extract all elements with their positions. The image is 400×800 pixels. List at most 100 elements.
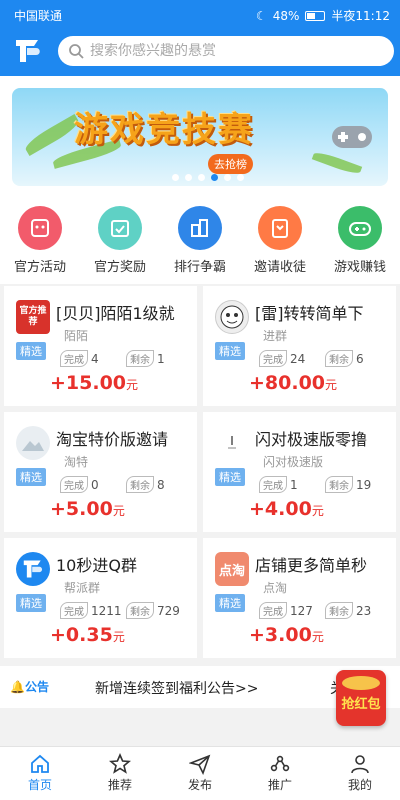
nav-promote[interactable]: 推广 <box>245 747 315 800</box>
left-label: 剩余 <box>126 350 154 367</box>
menu-item-game-earn[interactable]: 游戏赚钱 <box>322 206 398 284</box>
task-card[interactable]: 10秒进Q群 帮派群 精选 完成 1211 剩余 729 +0.35元 <box>4 538 197 658</box>
task-card[interactable]: 官方推荐 [贝贝]陌陌1级就 陌陌 精选 完成 4 剩余 1 +15.00元 <box>4 286 197 406</box>
task-category: 闪对极速版 <box>263 455 324 469</box>
task-title: [雷]转转简单下 <box>255 304 364 323</box>
done-count: 4 <box>91 351 99 366</box>
done-count: 24 <box>290 351 306 366</box>
task-left: 剩余 729 <box>126 602 180 619</box>
menu-item-official-activity[interactable]: 官方活动 <box>2 206 78 284</box>
carrier-text: 中国联通 <box>14 9 63 23</box>
search-bar[interactable] <box>58 36 394 66</box>
nav-label: 推荐 <box>107 778 132 792</box>
banner-title: 游戏竞技赛 <box>74 110 254 150</box>
carousel-dot[interactable] <box>224 174 231 181</box>
game-icon <box>338 206 382 250</box>
done-label: 完成 <box>259 602 287 619</box>
featured-tag: 精选 <box>215 468 245 486</box>
left-label: 剩余 <box>325 602 353 619</box>
done-count: 0 <box>91 477 99 492</box>
app-thumb-icon <box>228 436 236 449</box>
task-thumbnail <box>16 552 50 586</box>
user-icon <box>325 753 395 775</box>
left-label: 剩余 <box>325 350 353 367</box>
task-price: +80.00元 <box>249 372 337 394</box>
left-count: 729 <box>157 603 180 618</box>
gamepad-icon <box>332 126 372 148</box>
done-label: 完成 <box>60 350 88 367</box>
left-label: 剩余 <box>126 476 154 493</box>
task-card[interactable]: [雷]转转简单下 进群 精选 完成 24 剩余 6 +80.00元 <box>203 286 396 406</box>
price-value: +4.00 <box>249 498 312 520</box>
task-card[interactable]: 淘宝特价版邀请 淘特 精选 完成 0 剩余 8 +5.00元 <box>4 412 197 532</box>
share-icon <box>245 753 315 775</box>
featured-tag: 精选 <box>16 342 46 360</box>
left-count: 8 <box>157 477 165 492</box>
task-card[interactable]: 点淘 店铺更多简单秒 点淘 精选 完成 127 剩余 23 +3.00元 <box>203 538 396 658</box>
price-unit: 元 <box>325 378 338 392</box>
task-price: +4.00元 <box>249 498 324 520</box>
carousel-dot-active[interactable] <box>211 174 218 181</box>
send-icon <box>165 753 235 775</box>
landscape-icon <box>22 441 44 451</box>
nav-recommend[interactable]: 推荐 <box>85 747 155 800</box>
task-title: [贝贝]陌陌1级就 <box>56 304 175 323</box>
nav-publish[interactable]: 发布 <box>165 747 235 800</box>
price-unit: 元 <box>311 504 324 518</box>
task-thumbnail <box>215 426 249 460</box>
task-done: 完成 0 <box>60 476 99 493</box>
app-logo <box>16 40 40 62</box>
announcement-text[interactable]: 新增连续签到福利公告>> <box>95 678 258 698</box>
task-category: 点淘 <box>263 581 288 595</box>
task-title: 闪对极速版零撸 <box>255 430 368 449</box>
carousel-dot[interactable] <box>237 174 244 181</box>
task-category: 陌陌 <box>64 329 89 343</box>
quick-menu: 官方活动 官方奖励 排行争霸 邀请收徒 游戏赚钱 <box>0 200 400 284</box>
left-label: 剩余 <box>126 602 154 619</box>
status-bar: 中国联通 ☾ 48% 半夜11:12 <box>0 0 400 30</box>
ranking-icon <box>178 206 222 250</box>
left-label: 剩余 <box>325 476 353 493</box>
price-value: +3.00 <box>249 624 312 646</box>
done-count: 1 <box>290 477 298 492</box>
task-thumbnail <box>215 300 249 334</box>
task-card[interactable]: 闪对极速版零撸 闪对极速版 精选 完成 1 剩余 19 +4.00元 <box>203 412 396 532</box>
red-packet-button[interactable]: 抢红包 <box>336 670 386 726</box>
nav-label: 推广 <box>267 778 292 792</box>
task-done: 完成 1 <box>259 476 298 493</box>
menu-item-official-reward[interactable]: 官方奖励 <box>82 206 158 284</box>
promo-banner[interactable]: 游戏竞技赛 去抢榜 <box>12 88 388 186</box>
nav-home[interactable]: 首页 <box>5 747 75 800</box>
battery-icon <box>305 10 326 21</box>
task-price: +0.35元 <box>50 624 125 646</box>
menu-item-invite[interactable]: 邀请收徒 <box>242 206 318 284</box>
nav-mine[interactable]: 我的 <box>325 747 395 800</box>
featured-tag: 精选 <box>215 342 245 360</box>
clock: 半夜11:12 <box>331 9 390 23</box>
task-done: 完成 127 <box>259 602 313 619</box>
banner-badge[interactable]: 去抢榜 <box>208 154 253 174</box>
task-left: 剩余 1 <box>126 350 165 367</box>
nav-label: 首页 <box>27 778 52 792</box>
carousel-dot[interactable] <box>172 174 179 181</box>
task-thumbnail: 官方推荐 <box>16 300 50 334</box>
moon-icon: ☾ <box>255 8 267 23</box>
search-input[interactable] <box>90 43 380 59</box>
menu-item-ranking[interactable]: 排行争霸 <box>162 206 238 284</box>
task-left: 剩余 19 <box>325 476 371 493</box>
announcement-title: 公告 <box>24 680 49 694</box>
carousel-dot[interactable] <box>185 174 192 181</box>
home-icon <box>5 753 75 775</box>
status-right: ☾ 48% 半夜11:12 <box>256 7 390 24</box>
task-category: 帮派群 <box>64 581 101 595</box>
task-price: +15.00元 <box>50 372 138 394</box>
left-count: 1 <box>157 351 165 366</box>
carousel-dot[interactable] <box>198 174 205 181</box>
price-unit: 元 <box>126 378 139 392</box>
banner-section: 游戏竞技赛 去抢榜 <box>0 76 400 200</box>
invite-icon <box>258 206 302 250</box>
red-packet-label: 抢红包 <box>341 697 381 712</box>
price-value: +15.00 <box>50 372 127 394</box>
bottom-nav: 首页 推荐 发布 推广 我的 <box>0 746 400 800</box>
task-category: 进群 <box>263 329 288 343</box>
